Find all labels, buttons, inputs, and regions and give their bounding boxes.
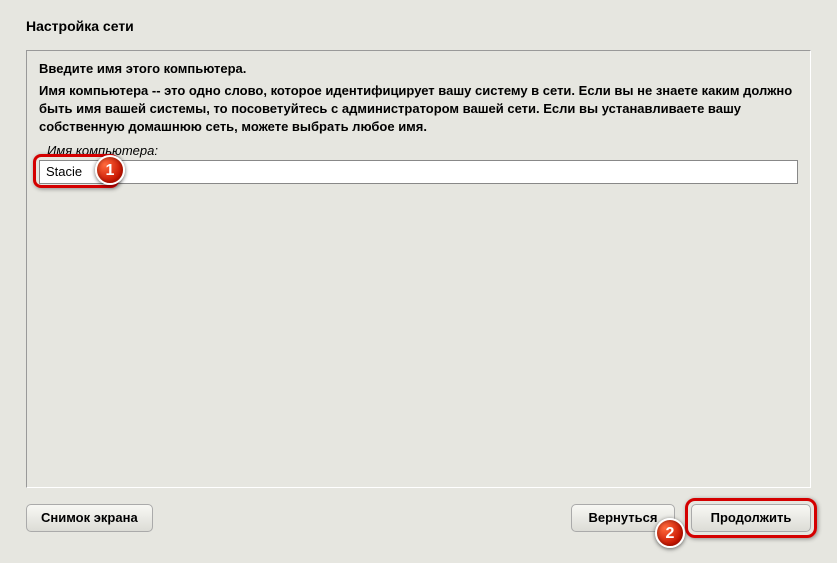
back-button[interactable]: Вернуться xyxy=(571,504,675,532)
description-text: Имя компьютера -- это одно слово, которо… xyxy=(39,82,798,137)
content-frame: Введите имя этого компьютера. Имя компью… xyxy=(26,50,811,488)
button-row: Снимок экрана Вернуться Продолжить xyxy=(26,500,811,538)
screenshot-button[interactable]: Снимок экрана xyxy=(26,504,153,532)
installer-window: Настройка сети Введите имя этого компьют… xyxy=(16,10,821,550)
continue-button[interactable]: Продолжить xyxy=(691,504,811,532)
hostname-input[interactable] xyxy=(39,160,798,184)
prompt-text: Введите имя этого компьютера. xyxy=(39,61,798,76)
hostname-input-wrap xyxy=(39,160,798,184)
hostname-label: Имя компьютера: xyxy=(47,143,798,158)
window-title: Настройка сети xyxy=(16,10,821,44)
